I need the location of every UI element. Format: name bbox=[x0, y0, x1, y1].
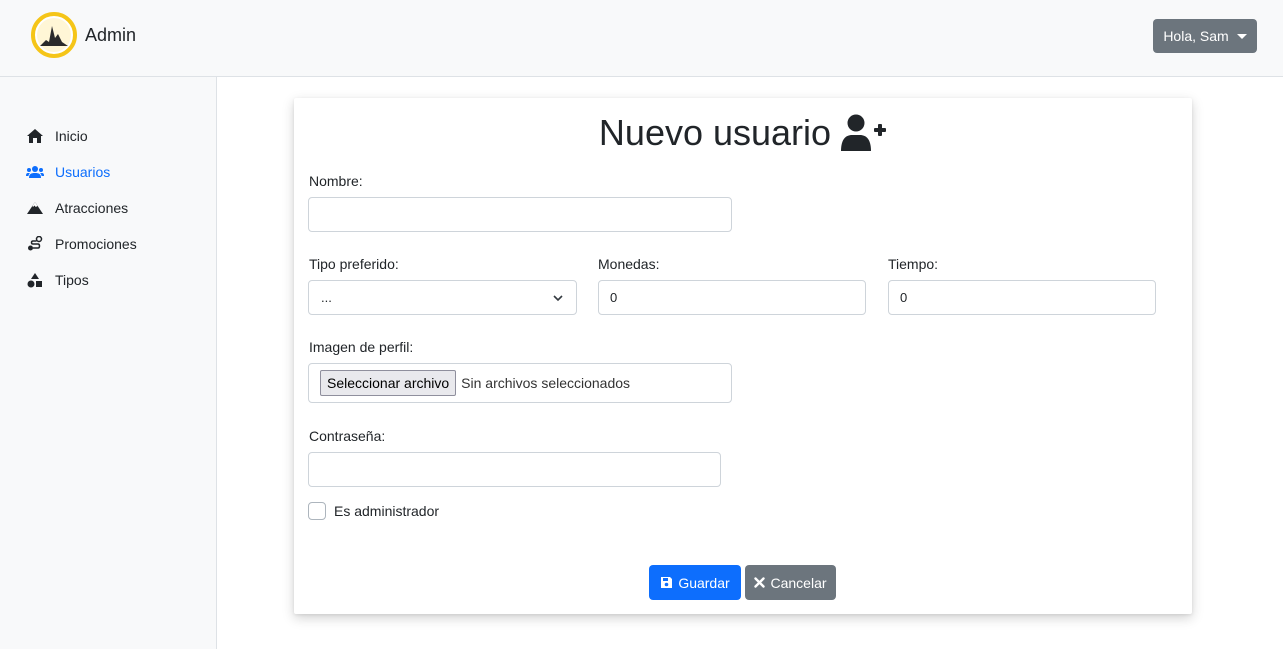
cancel-button-label: Cancelar bbox=[770, 574, 827, 591]
password-input[interactable] bbox=[308, 452, 721, 487]
sidebar-item-label: Promociones bbox=[55, 236, 137, 252]
sidebar-item-label: Inicio bbox=[55, 128, 88, 144]
save-icon bbox=[661, 577, 673, 588]
user-plus-icon bbox=[841, 114, 887, 151]
password-label: Contraseña: bbox=[309, 428, 386, 444]
nombre-label: Nombre: bbox=[309, 173, 363, 189]
sidebar-item-inicio[interactable]: Inicio bbox=[26, 126, 88, 146]
page-title: Nuevo usuario bbox=[598, 112, 832, 153]
admin-checkbox[interactable] bbox=[308, 502, 326, 520]
close-icon bbox=[754, 577, 766, 588]
sidebar-item-label: Usuarios bbox=[55, 164, 111, 180]
nombre-input[interactable] bbox=[308, 197, 732, 232]
form-header: Nuevo usuario bbox=[294, 112, 1192, 154]
tipo-preferido-select[interactable]: ... bbox=[308, 280, 577, 315]
select-file-button[interactable]: Seleccionar archivo bbox=[320, 370, 457, 396]
caret-down-icon bbox=[1236, 33, 1247, 39]
home-icon bbox=[26, 128, 44, 144]
user-menu-label: Hola, Sam bbox=[1163, 28, 1229, 44]
sidebar-item-promociones[interactable]: Promociones bbox=[26, 234, 137, 254]
monedas-input[interactable] bbox=[598, 280, 866, 315]
sidebar-item-label: Atracciones bbox=[55, 200, 129, 216]
sidebar-item-usuarios[interactable]: Usuarios bbox=[26, 162, 110, 182]
route-icon bbox=[26, 236, 44, 252]
top-navbar: Admin Hola, Sam bbox=[0, 0, 1283, 77]
admin-checkbox-label: Es administrador bbox=[334, 503, 440, 519]
tiempo-input[interactable] bbox=[888, 280, 1156, 315]
cancel-button[interactable]: Cancelar bbox=[745, 565, 836, 600]
monedas-label: Monedas: bbox=[598, 256, 660, 272]
file-status-text: Sin archivos seleccionados bbox=[461, 375, 631, 391]
tipo-preferido-label: Tipo preferido: bbox=[309, 256, 399, 272]
logo-icon bbox=[31, 12, 77, 58]
sidebar-item-label: Tipos bbox=[55, 272, 89, 288]
shapes-icon bbox=[26, 272, 44, 288]
brand-text: Admin bbox=[85, 24, 137, 45]
brand[interactable]: Admin bbox=[31, 12, 136, 58]
chevron-down-icon bbox=[553, 295, 563, 302]
admin-checkbox-row: Es administrador bbox=[308, 502, 439, 520]
users-icon bbox=[26, 164, 44, 180]
sidebar-item-tipos[interactable]: Tipos bbox=[26, 270, 89, 290]
tiempo-label: Tiempo: bbox=[888, 256, 939, 272]
imagen-perfil-file-input[interactable]: Seleccionar archivo Sin archivos selecci… bbox=[308, 363, 732, 403]
new-user-form-card: Nuevo usuario Nombre: Tipo preferido: ..… bbox=[294, 98, 1192, 614]
sidebar: Inicio Usuarios Atracciones Promociones … bbox=[0, 77, 217, 649]
user-menu-button[interactable]: Hola, Sam bbox=[1153, 19, 1257, 53]
save-button-label: Guardar bbox=[678, 574, 730, 591]
mountain-icon bbox=[26, 200, 44, 216]
imagen-perfil-label: Imagen de perfil: bbox=[309, 339, 414, 355]
save-button[interactable]: Guardar bbox=[649, 565, 741, 600]
sidebar-item-atracciones[interactable]: Atracciones bbox=[26, 198, 128, 218]
tipo-preferido-value: ... bbox=[321, 290, 332, 305]
